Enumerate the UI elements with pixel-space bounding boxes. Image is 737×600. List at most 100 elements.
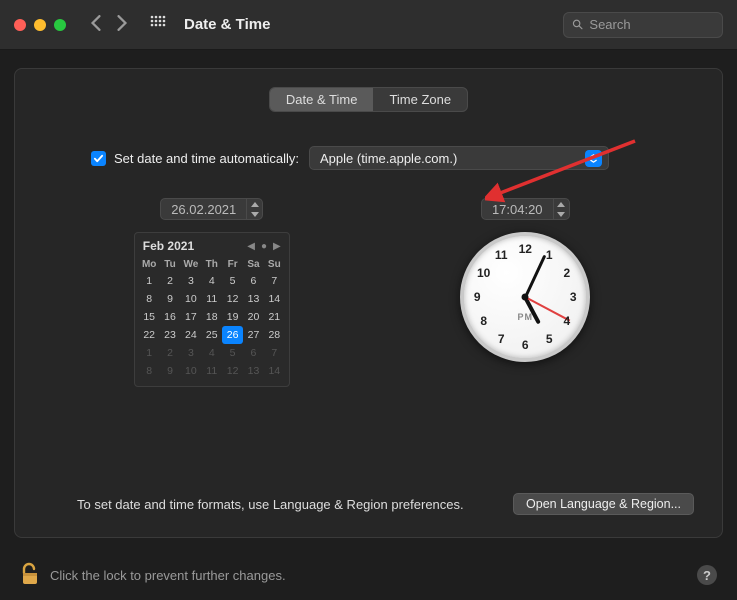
- calendar-month-label: Feb 2021: [143, 239, 248, 253]
- preferences-panel: Date & TimeTime Zone Set date and time a…: [14, 68, 723, 538]
- clock-number: 8: [480, 314, 487, 328]
- calendar-day[interactable]: 1: [139, 344, 160, 362]
- time-stepper[interactable]: 17:04:20: [481, 198, 570, 220]
- calendar-day[interactable]: 19: [222, 308, 243, 326]
- calendar-day[interactable]: 6: [243, 272, 264, 290]
- calendar-day[interactable]: 15: [139, 308, 160, 326]
- calendar-day[interactable]: 4: [201, 344, 222, 362]
- calendar-day[interactable]: 14: [264, 290, 285, 308]
- calendar-day[interactable]: 13: [243, 290, 264, 308]
- calendar-prev-icon[interactable]: ◀: [247, 241, 255, 252]
- calendar-day[interactable]: 11: [201, 362, 222, 380]
- calendar-day[interactable]: 1: [139, 272, 160, 290]
- lock-text: Click the lock to prevent further change…: [50, 568, 286, 583]
- calendar-day[interactable]: 5: [222, 344, 243, 362]
- help-button[interactable]: ?: [697, 565, 717, 585]
- clock-number: 11: [495, 248, 508, 262]
- page-title: Date & Time: [184, 16, 270, 33]
- calendar-day[interactable]: 11: [201, 290, 222, 308]
- calendar-day[interactable]: 7: [264, 272, 285, 290]
- calendar-day[interactable]: 14: [264, 362, 285, 380]
- calendar-day[interactable]: 8: [139, 362, 160, 380]
- calendar-day[interactable]: 13: [243, 362, 264, 380]
- show-all-icon[interactable]: [150, 15, 166, 34]
- tab-date-time[interactable]: Date & Time: [270, 88, 374, 111]
- calendar-day[interactable]: 20: [243, 308, 264, 326]
- time-server-value: Apple (time.apple.com.): [320, 151, 585, 166]
- calendar-day[interactable]: 8: [139, 290, 160, 308]
- clock-number: 10: [477, 266, 490, 280]
- clock-number: 1: [546, 248, 553, 262]
- chevron-down-icon: [585, 150, 602, 167]
- back-button[interactable]: [90, 15, 102, 34]
- clock-number: 3: [570, 290, 577, 304]
- date-column: 26.02.2021 Feb 2021 ◀ ● ▶ MoTuWeThFrSaSu…: [85, 198, 339, 387]
- search-input[interactable]: [589, 17, 714, 32]
- auto-set-row: Set date and time automatically: Apple (…: [91, 146, 672, 170]
- lock-icon[interactable]: [20, 562, 40, 589]
- clock-number: 2: [563, 266, 570, 280]
- date-stepper-value: 26.02.2021: [161, 199, 246, 219]
- titlebar: Date & Time: [0, 0, 737, 50]
- calendar-day[interactable]: 28: [264, 326, 285, 344]
- calendar-day[interactable]: 3: [180, 272, 201, 290]
- calendar-next-icon[interactable]: ▶: [273, 241, 281, 252]
- clock-number: 5: [546, 332, 553, 346]
- calendar-day[interactable]: 10: [180, 362, 201, 380]
- time-stepper-buttons[interactable]: [553, 199, 569, 219]
- minimize-window[interactable]: [34, 19, 46, 31]
- footer-row: To set date and time formats, use Langua…: [15, 493, 722, 515]
- clock-number: 6: [522, 338, 529, 352]
- stepper-up-icon[interactable]: [247, 199, 262, 209]
- forward-button[interactable]: [116, 15, 128, 34]
- calendar[interactable]: Feb 2021 ◀ ● ▶ MoTuWeThFrSaSu12345678910…: [134, 232, 290, 387]
- clock-pivot: [522, 294, 529, 301]
- calendar-day[interactable]: 26: [222, 326, 243, 344]
- calendar-day[interactable]: 18: [201, 308, 222, 326]
- calendar-day[interactable]: 27: [243, 326, 264, 344]
- stepper-up-icon[interactable]: [554, 199, 569, 209]
- calendar-dow: Fr: [222, 257, 243, 272]
- clock-number: 9: [474, 290, 481, 304]
- calendar-day[interactable]: 7: [264, 344, 285, 362]
- calendar-day[interactable]: 17: [180, 308, 201, 326]
- calendar-day[interactable]: 25: [201, 326, 222, 344]
- lock-bar: Click the lock to prevent further change…: [0, 550, 737, 600]
- calendar-day[interactable]: 16: [160, 308, 181, 326]
- calendar-day[interactable]: 12: [222, 290, 243, 308]
- calendar-today-icon[interactable]: ●: [261, 241, 267, 252]
- auto-set-checkbox[interactable]: [91, 151, 106, 166]
- clock-number: 7: [498, 332, 505, 346]
- date-stepper[interactable]: 26.02.2021: [160, 198, 263, 220]
- calendar-day[interactable]: 6: [243, 344, 264, 362]
- calendar-day[interactable]: 4: [201, 272, 222, 290]
- calendar-dow: We: [180, 257, 201, 272]
- tab-time-zone[interactable]: Time Zone: [373, 88, 467, 111]
- calendar-day[interactable]: 2: [160, 344, 181, 362]
- open-language-region-button[interactable]: Open Language & Region...: [513, 493, 694, 515]
- nav-arrows: [90, 15, 128, 34]
- calendar-day[interactable]: 12: [222, 362, 243, 380]
- clock-number: 12: [519, 242, 532, 256]
- stepper-down-icon[interactable]: [554, 209, 569, 219]
- search-field[interactable]: [563, 12, 723, 38]
- calendar-day[interactable]: 2: [160, 272, 181, 290]
- search-icon: [572, 18, 583, 31]
- calendar-day[interactable]: 9: [160, 362, 181, 380]
- calendar-day[interactable]: 24: [180, 326, 201, 344]
- stepper-down-icon[interactable]: [247, 209, 262, 219]
- close-window[interactable]: [14, 19, 26, 31]
- window-controls: [14, 19, 66, 31]
- calendar-day[interactable]: 3: [180, 344, 201, 362]
- calendar-dow: Tu: [160, 257, 181, 272]
- calendar-day[interactable]: 22: [139, 326, 160, 344]
- zoom-window[interactable]: [54, 19, 66, 31]
- time-server-select[interactable]: Apple (time.apple.com.): [309, 146, 609, 170]
- date-stepper-buttons[interactable]: [246, 199, 262, 219]
- calendar-day[interactable]: 21: [264, 308, 285, 326]
- calendar-day[interactable]: 23: [160, 326, 181, 344]
- clock-minute-hand: [524, 255, 546, 298]
- calendar-day[interactable]: 10: [180, 290, 201, 308]
- calendar-day[interactable]: 9: [160, 290, 181, 308]
- calendar-day[interactable]: 5: [222, 272, 243, 290]
